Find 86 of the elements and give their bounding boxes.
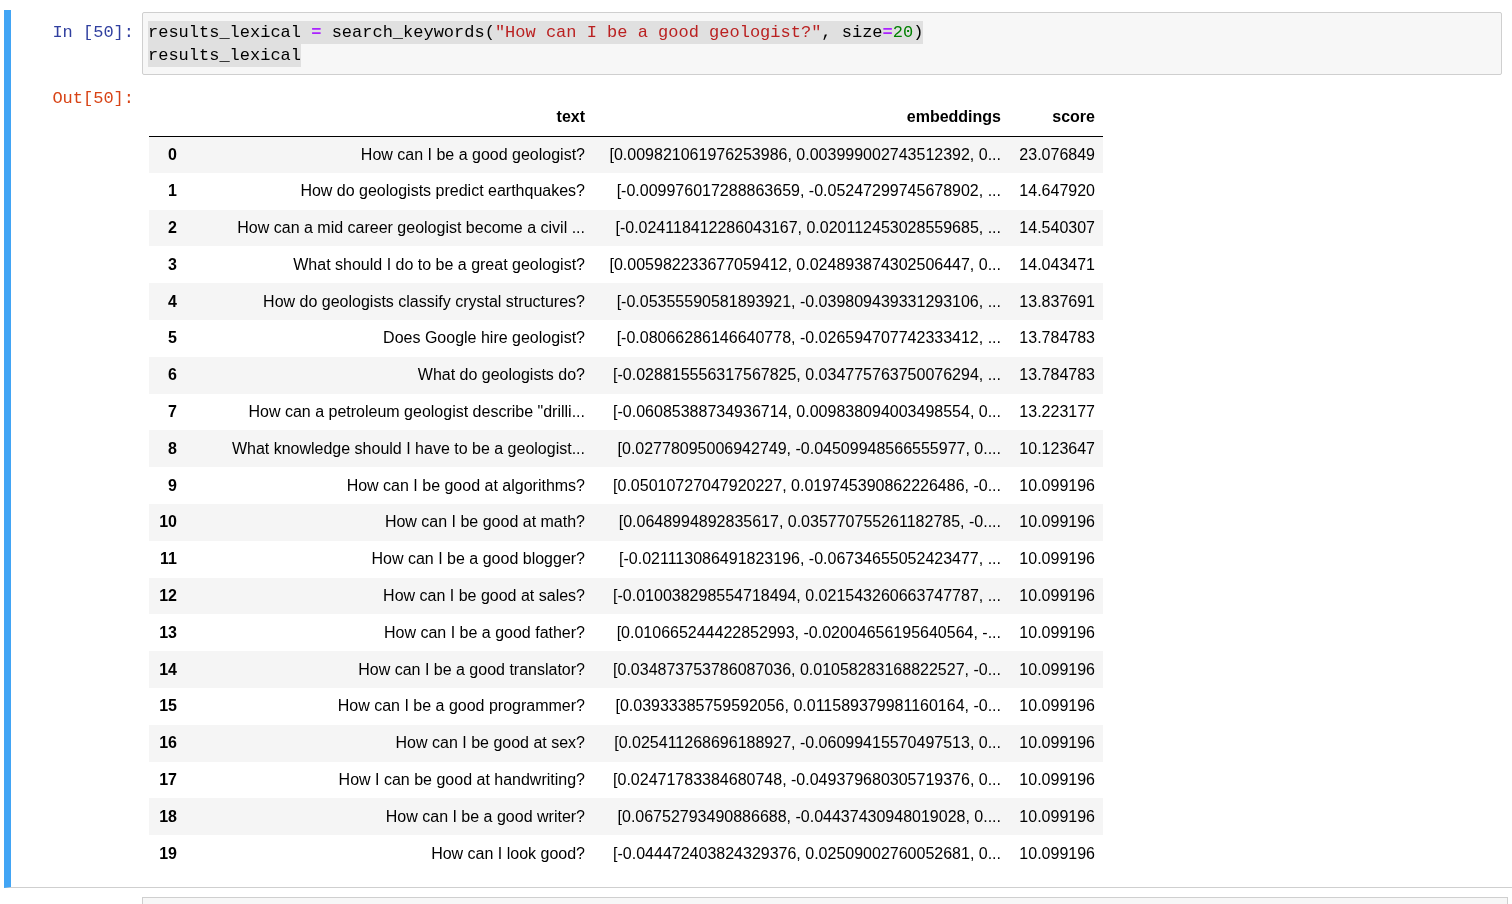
table-cell: [0.005982233677059412, 0.024893874302506447, 0...: [593, 246, 1009, 284]
table-cell: How can I be a good translator?: [185, 651, 593, 688]
row-index: 4: [149, 283, 185, 320]
code-editor[interactable]: results_lexical = search_keywords("How can I be a good geologist?", size=20) results_lexical: [142, 12, 1502, 75]
table-cell: 14.540307: [1009, 209, 1103, 247]
table-cell: 13.837691: [1009, 283, 1103, 320]
table-cell: How can I be good at math?: [185, 503, 593, 541]
table-cell: What do geologists do?: [185, 356, 593, 394]
table-cell: How can I be good at sex?: [185, 724, 593, 762]
table-cell: [0.02778095006942749, -0.04509948566555977, 0....: [593, 430, 1009, 468]
table-cell: [-0.028815556317567825, 0.034775763750076294, ...: [593, 356, 1009, 394]
table-cell: [0.034873753786087036, 0.01058283168822527, -0...: [593, 651, 1009, 688]
table-cell: 13.784783: [1009, 320, 1103, 357]
column-header: text: [185, 99, 593, 136]
table-cell: 23.076849: [1009, 136, 1103, 173]
table-cell: [-0.06085388734936714, 0.009838094003498554, 0...: [593, 393, 1009, 431]
table-cell: 10.099196: [1009, 540, 1103, 578]
table-cell: How can a mid career geologist become a civil ...: [185, 209, 593, 247]
table-cell: 10.123647: [1009, 430, 1103, 468]
table-cell: [-0.05355590581893921, -0.039809439331293106, ...: [593, 283, 1009, 320]
table-cell: What should I do to be a great geologist?: [185, 246, 593, 284]
table-cell: 14.647920: [1009, 172, 1103, 210]
table-cell: 13.223177: [1009, 393, 1103, 431]
table-cell: 10.099196: [1009, 577, 1103, 615]
output-prompt: Out[50]:: [51, 88, 135, 110]
table-cell: How can I be a good programmer?: [185, 687, 593, 725]
table-cell: What knowledge should I have to be a geologist...: [185, 430, 593, 468]
column-header: score: [1009, 99, 1103, 136]
table-cell: How do geologists classify crystal structures?: [185, 283, 593, 320]
table-cell: [-0.010038298554718494, 0.021543260663747787, ...: [593, 577, 1009, 615]
table-cell: [0.05010727047920227, 0.019745390862226486, -0...: [593, 467, 1009, 504]
table-cell: [0.0648994892835617, 0.035770755261182785, -0....: [593, 503, 1009, 541]
row-index: 3: [149, 246, 185, 284]
row-index: 15: [149, 687, 185, 725]
input-prompt: In [50]:: [51, 22, 135, 44]
table-cell: [0.009821061976253986, 0.003999002743512392, 0...: [593, 136, 1009, 173]
row-index: 9: [149, 467, 185, 504]
row-index: 6: [149, 356, 185, 394]
row-index: 7: [149, 393, 185, 431]
table-cell: [-0.021113086491823196, -0.06734655052423477, ...: [593, 540, 1009, 578]
table-cell: 10.099196: [1009, 687, 1103, 725]
row-index: 14: [149, 651, 185, 688]
table-cell: How can I look good?: [185, 835, 593, 872]
table-cell: Does Google hire geologist?: [185, 320, 593, 357]
table-cell: 10.099196: [1009, 614, 1103, 652]
table-cell: How can I be a good writer?: [185, 798, 593, 836]
table-cell: How can I be a good father?: [185, 614, 593, 652]
table-cell: [0.03933385759592056, 0.011589379981160164, -0...: [593, 687, 1009, 725]
row-index: 12: [149, 577, 185, 615]
table-cell: How I can be good at handwriting?: [185, 761, 593, 799]
row-index: 11: [149, 540, 185, 578]
table-cell: [-0.009976017288863659, -0.05247299745678902, ...: [593, 172, 1009, 210]
table-cell: How can I be good at sales?: [185, 577, 593, 615]
row-index: 5: [149, 320, 185, 357]
row-index: 18: [149, 798, 185, 836]
table-cell: [-0.024118412286043167, 0.020112453028559685, ...: [593, 209, 1009, 247]
row-index: 10: [149, 503, 185, 541]
row-index: 13: [149, 614, 185, 652]
table-cell: [-0.044472403824329376, 0.02509002760052681, 0...: [593, 835, 1009, 872]
table-cell: 10.099196: [1009, 761, 1103, 799]
table-cell: 10.099196: [1009, 467, 1103, 504]
table-cell: [0.010665244422852993, -0.02004656195640564, -...: [593, 614, 1009, 652]
column-header: embeddings: [593, 99, 1009, 136]
row-index: 8: [149, 430, 185, 468]
row-index: 2: [149, 209, 185, 247]
row-index: 16: [149, 724, 185, 762]
table-cell: 10.099196: [1009, 503, 1103, 541]
table-cell: 10.099196: [1009, 651, 1103, 688]
table-cell: [0.02471783384680748, -0.049379680305719376, 0...: [593, 761, 1009, 799]
table-cell: 10.099196: [1009, 835, 1103, 872]
row-index: 17: [149, 761, 185, 799]
table-cell: 13.784783: [1009, 356, 1103, 394]
table-cell: How can I be a good blogger?: [185, 540, 593, 578]
table-cell: How do geologists predict earthquakes?: [185, 172, 593, 210]
row-index: 0: [149, 136, 185, 173]
table-cell: 14.043471: [1009, 246, 1103, 284]
table-cell: 10.099196: [1009, 724, 1103, 762]
row-index: 1: [149, 172, 185, 210]
table-cell: [0.06752793490886688, -0.04437430948019028, 0....: [593, 798, 1009, 836]
table-cell: [0.025411268696188927, -0.06099415570497513, 0...: [593, 724, 1009, 762]
table-cell: How can I be good at algorithms?: [185, 467, 593, 504]
table-cell: How can I be a good geologist?: [185, 136, 593, 173]
row-index: 19: [149, 835, 185, 872]
table-cell: 10.099196: [1009, 798, 1103, 836]
table-cell: How can a petroleum geologist describe "drilli...: [185, 393, 593, 431]
table-cell: [-0.08066286146640778, -0.026594707742333412, ...: [593, 320, 1009, 357]
